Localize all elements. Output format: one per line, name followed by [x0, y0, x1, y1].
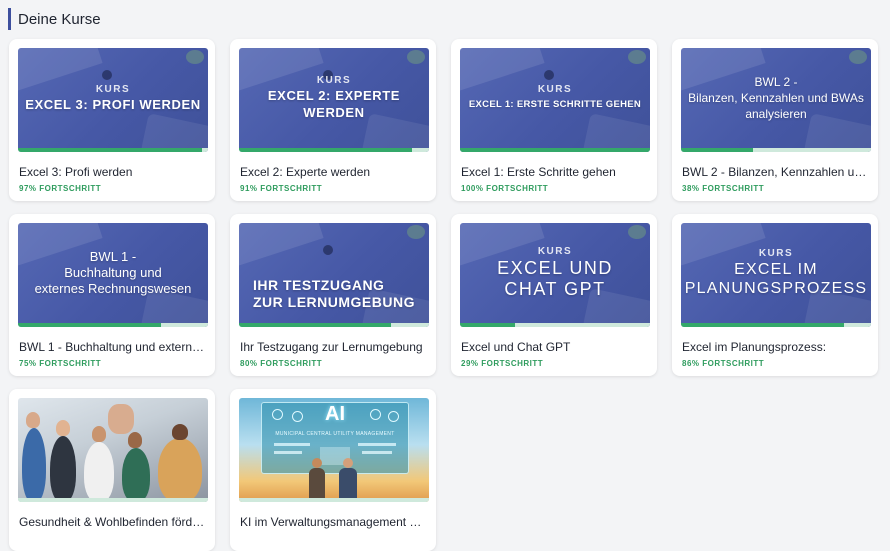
progress-bar	[460, 323, 650, 327]
course-card-excel-3[interactable]: KURS EXCEL 3: PROFI WERDEN Excel 3: Prof…	[9, 39, 215, 201]
course-title[interactable]: Excel 2: Experte werden	[240, 165, 428, 179]
circle-icon	[292, 411, 303, 422]
kurs-label: KURS	[537, 83, 573, 95]
course-thumbnail: KURS EXCEL IM PLANUNGSPROZESS	[681, 223, 871, 327]
progress-label: 100% FORTSCHRITT	[461, 184, 549, 193]
course-thumbnail-photo: AI MUNICIPAL CENTRAL UTILITY MANAGEMENT	[239, 398, 429, 502]
thumbnail-title-line3: analysieren	[745, 107, 807, 121]
gear-icon	[272, 409, 283, 420]
thumbnail-title-line2: Bilanzen, Kennzahlen und BWAs	[688, 91, 864, 105]
ai-screen: AI MUNICIPAL CENTRAL UTILITY MANAGEMENT	[261, 402, 409, 474]
course-thumbnail: KURS EXCEL 1: ERSTE SCHRITTE GEHEN	[460, 48, 650, 152]
course-thumbnail: KURS EXCEL 3: PROFI WERDEN	[18, 48, 208, 152]
progress-bar	[681, 323, 871, 327]
progress-label: 75% FORTSCHRITT	[19, 359, 102, 368]
course-card-bwl-1[interactable]: BWL 1 - Buchhaltung und externes Rechnun…	[9, 214, 215, 376]
course-title[interactable]: BWL 1 - Buchhaltung und externes Rechnun…	[19, 340, 207, 354]
course-title[interactable]: KI im Verwaltungsmanagement einsetzen	[240, 515, 428, 529]
progress-label: 38% FORTSCHRITT	[682, 184, 765, 193]
course-thumbnail-photo	[18, 398, 208, 502]
progress-label: 80% FORTSCHRITT	[240, 359, 323, 368]
course-title[interactable]: Excel 3: Profi werden	[19, 165, 207, 179]
progress-bar	[460, 148, 650, 152]
thumbnail-title-line1: EXCEL IM	[734, 261, 818, 278]
thumbnail-title-line3: externes Rechnungswesen	[34, 281, 192, 296]
bulb-icon	[370, 409, 381, 420]
kurs-label: KURS	[95, 83, 131, 95]
progress-label: 29% FORTSCHRITT	[461, 359, 544, 368]
course-title[interactable]: Excel und Chat GPT	[461, 340, 649, 354]
progress-label: 91% FORTSCHRITT	[240, 184, 323, 193]
thumbnail-title-line2: Buchhaltung und	[64, 265, 162, 280]
courses-grid: KURS EXCEL 3: PROFI WERDEN Excel 3: Prof…	[0, 0, 890, 551]
course-thumbnail: KURS EXCEL 2: EXPERTE WERDEN	[239, 48, 429, 152]
thumbnail-title-line1: IHR TESTZUGANG	[253, 277, 385, 293]
progress-bar	[18, 498, 208, 502]
progress-bar	[681, 148, 871, 152]
course-card-excel-planung[interactable]: KURS EXCEL IM PLANUNGSPROZESS Excel im P…	[672, 214, 878, 376]
kurs-label: KURS	[316, 75, 352, 86]
ai-heading: AI	[325, 403, 345, 425]
chart-icon	[388, 411, 399, 422]
course-thumbnail: BWL 2 - Bilanzen, Kennzahlen und BWAs an…	[681, 48, 871, 152]
thumbnail-title-line1: BWL 2 -	[754, 75, 798, 89]
course-card-gesundheit[interactable]: Gesundheit & Wohlbefinden fördern	[9, 389, 215, 551]
thumbnail-title-line2: ZUR LERNUMGEBUNG	[253, 294, 415, 310]
thumbnail-title-line2: PLANUNGSPROZESS	[684, 280, 868, 297]
progress-bar	[239, 323, 429, 327]
thumbnail-title-line1: BWL 1 -	[89, 249, 137, 264]
ai-subheading: MUNICIPAL CENTRAL UTILITY MANAGEMENT	[275, 431, 395, 437]
course-card-excel-2[interactable]: KURS EXCEL 2: EXPERTE WERDEN Excel 2: Ex…	[230, 39, 436, 201]
progress-label: 97% FORTSCHRITT	[19, 184, 102, 193]
course-card-testzugang[interactable]: IHR TESTZUGANG ZUR LERNUMGEBUNG Ihr Test…	[230, 214, 436, 376]
kurs-label: KURS	[758, 248, 794, 259]
course-title[interactable]: Excel im Planungsprozess:	[682, 340, 870, 354]
course-title[interactable]: Excel 1: Erste Schritte gehen	[461, 165, 649, 179]
kurs-label: KURS	[537, 246, 573, 257]
thumbnail-title: EXCEL 3: PROFI WERDEN	[25, 96, 201, 112]
course-title[interactable]: BWL 2 - Bilanzen, Kennzahlen und BWAs an…	[682, 165, 870, 179]
thumbnail-title: EXCEL 2: EXPERTE WERDEN	[267, 88, 401, 120]
course-card-bwl-2[interactable]: BWL 2 - Bilanzen, Kennzahlen und BWAs an…	[672, 39, 878, 201]
progress-bar	[239, 148, 429, 152]
progress-bar	[239, 498, 429, 502]
thumbnail-title: EXCEL 1: ERSTE SCHRITTE GEHEN	[468, 98, 642, 110]
course-card-excel-chatgpt[interactable]: KURS EXCEL UND CHAT GPT Excel und Chat G…	[451, 214, 657, 376]
thumbnail-title-line2: CHAT GPT	[504, 279, 606, 299]
progress-bar	[18, 323, 208, 327]
thumbnail-title-line1: EXCEL UND	[497, 258, 613, 278]
course-card-ki-verwaltung[interactable]: AI MUNICIPAL CENTRAL UTILITY MANAGEMENT …	[230, 389, 436, 551]
course-thumbnail: IHR TESTZUGANG ZUR LERNUMGEBUNG	[239, 223, 429, 327]
course-title[interactable]: Gesundheit & Wohlbefinden fördern	[19, 515, 207, 529]
course-thumbnail: KURS EXCEL UND CHAT GPT	[460, 223, 650, 327]
progress-label: 86% FORTSCHRITT	[682, 359, 765, 368]
progress-bar	[18, 148, 208, 152]
course-thumbnail: BWL 1 - Buchhaltung und externes Rechnun…	[18, 223, 208, 327]
course-title[interactable]: Ihr Testzugang zur Lernumgebung	[240, 340, 428, 354]
course-card-excel-1[interactable]: KURS EXCEL 1: ERSTE SCHRITTE GEHEN Excel…	[451, 39, 657, 201]
